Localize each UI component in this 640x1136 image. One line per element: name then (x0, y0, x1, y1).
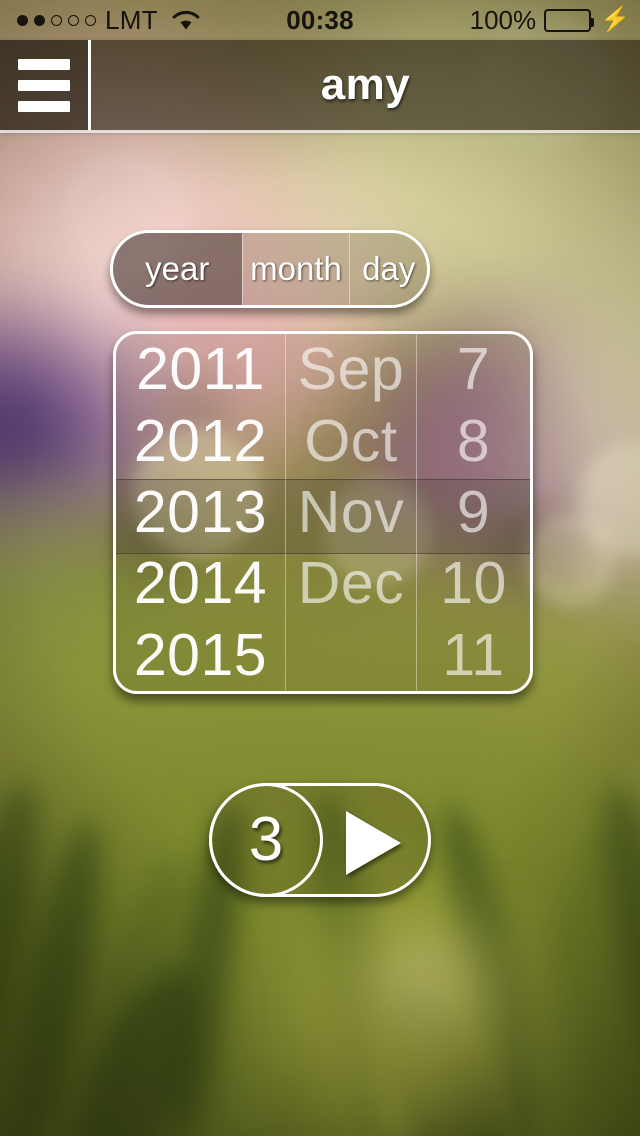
picker-cell-year[interactable]: 2012 (116, 405, 285, 476)
picker-cell-day[interactable]: 11 (417, 620, 530, 691)
play-triangle-icon[interactable] (346, 811, 401, 875)
picker-cell-month[interactable]: Dec (286, 548, 416, 619)
segment-year[interactable]: year (113, 233, 242, 305)
picker-column-day[interactable]: 7 8 9 10 11 (416, 334, 530, 691)
play-button[interactable]: 3 (209, 783, 431, 897)
picker-cell-day[interactable]: 8 (417, 405, 530, 476)
count-stepper-circle[interactable]: 3 (209, 783, 323, 897)
charging-bolt-icon: ⚡ (600, 6, 630, 33)
picker-column-month[interactable]: Sep Oct Nov Dec (285, 334, 416, 691)
app-screen: LMT 00:38 100% ⚡ amy year month day 2011… (0, 0, 640, 1136)
date-unit-segmented-control[interactable]: year month day (110, 230, 430, 308)
hamburger-bar-1 (18, 58, 70, 70)
picker-cell-month[interactable]: Sep (286, 334, 416, 405)
hamburger-menu-button[interactable] (0, 40, 91, 130)
segment-day[interactable]: day (349, 233, 427, 305)
picker-cell-year[interactable]: 2014 (116, 548, 285, 619)
date-picker[interactable]: 2011 2012 2013 2014 2015 Sep Oct Nov Dec… (113, 331, 533, 694)
picker-columns: 2011 2012 2013 2014 2015 Sep Oct Nov Dec… (116, 334, 530, 691)
picker-cell-month[interactable]: Oct (286, 405, 416, 476)
page-title: amy (320, 60, 411, 109)
status-bar-right: 100% ⚡ (470, 5, 630, 36)
count-label: 3 (248, 805, 284, 874)
picker-cell-day[interactable]: 7 (417, 334, 530, 405)
nav-bar-divider (0, 130, 640, 133)
segment-month[interactable]: month (241, 233, 350, 305)
battery-icon (544, 8, 595, 32)
picker-column-year[interactable]: 2011 2012 2013 2014 2015 (116, 334, 285, 691)
hamburger-bar-2 (18, 79, 70, 91)
status-bar: LMT 00:38 100% ⚡ (0, 0, 640, 40)
picker-cell-month-selected[interactable]: Nov (286, 477, 416, 548)
picker-cell-year[interactable]: 2015 (116, 620, 285, 691)
battery-percent-label: 100% (469, 4, 537, 35)
picker-cell-year-selected[interactable]: 2013 (116, 477, 285, 548)
picker-cell-year[interactable]: 2011 (116, 334, 285, 405)
picker-cell-day[interactable]: 10 (417, 548, 530, 619)
picker-cell-day-selected[interactable]: 9 (417, 477, 530, 548)
hamburger-bar-3 (18, 100, 70, 112)
navigation-bar: amy (0, 40, 640, 130)
picker-cell-month[interactable] (286, 620, 416, 691)
battery-cap (590, 17, 595, 27)
